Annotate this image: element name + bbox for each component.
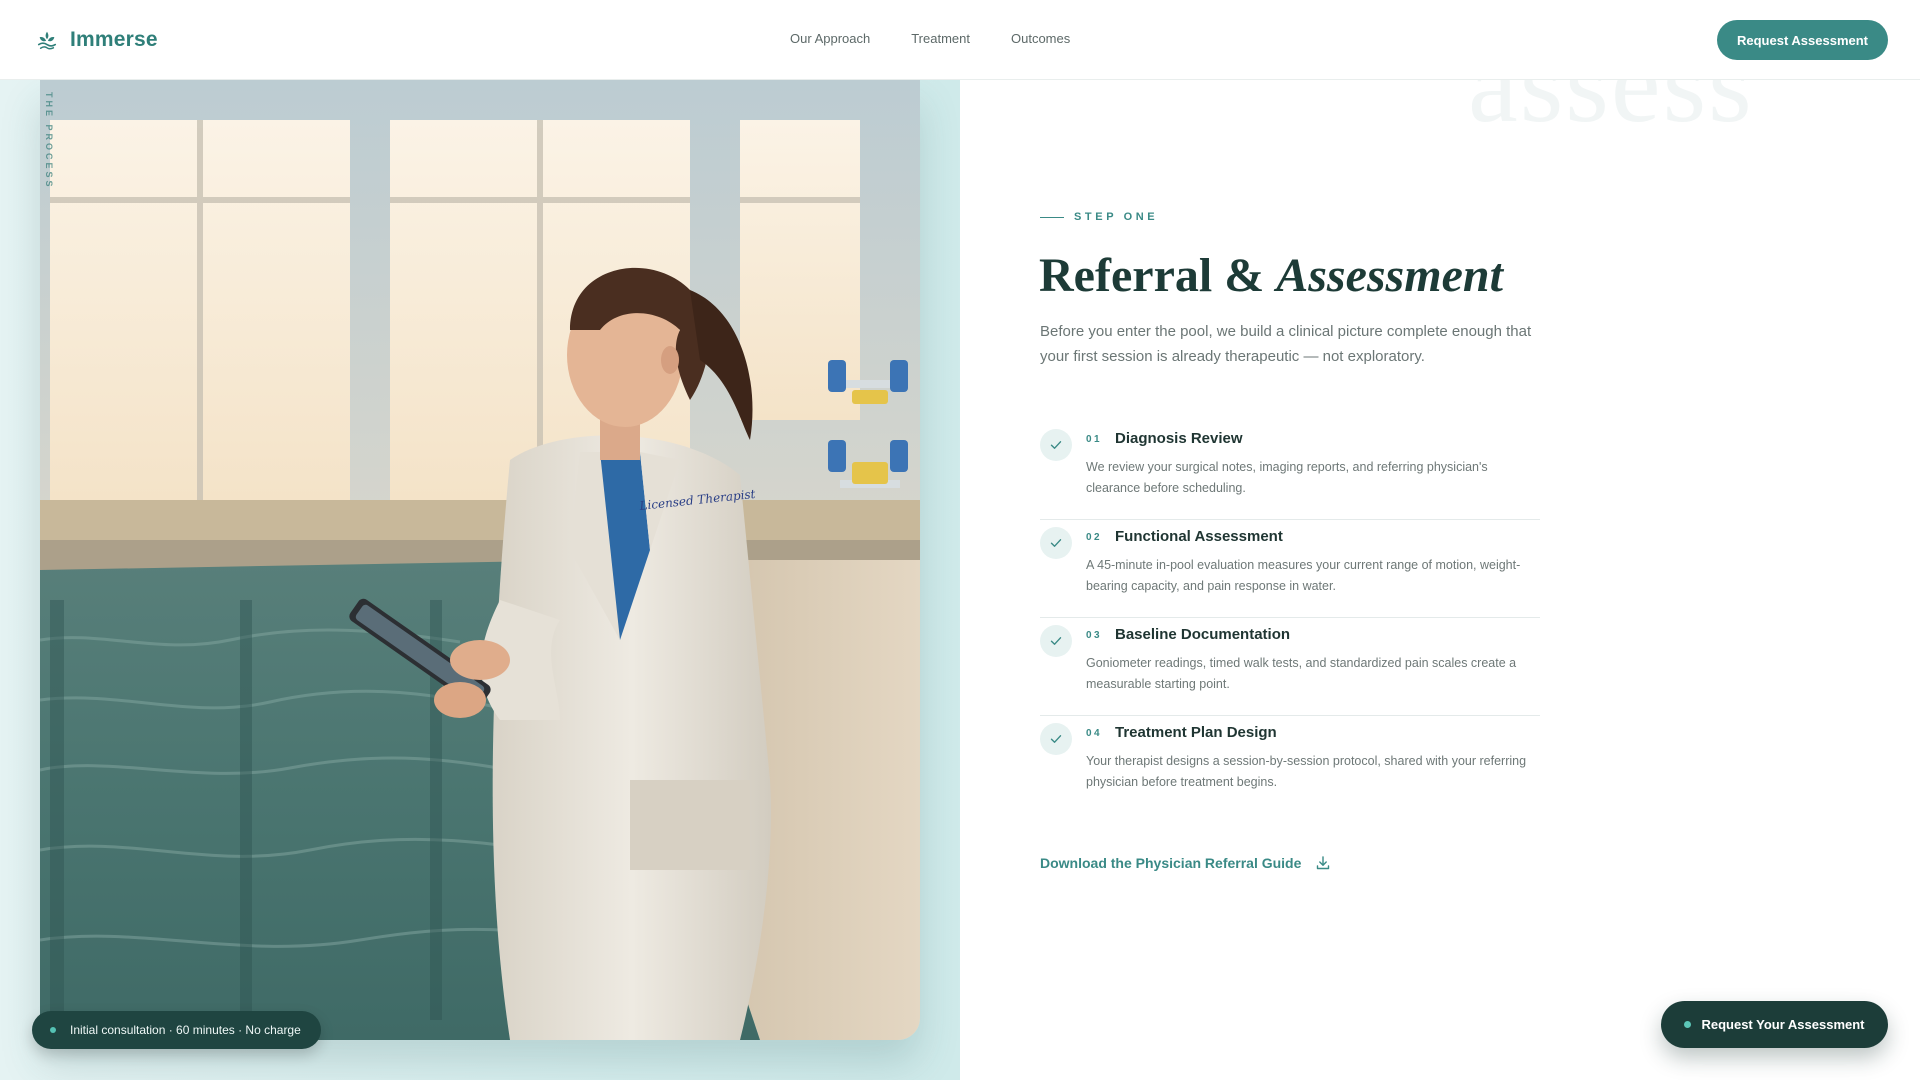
nav-item-outcomes[interactable]: Outcomes bbox=[1011, 31, 1070, 46]
step-title: Treatment Plan Design bbox=[1115, 724, 1277, 741]
title-plain: Referral & bbox=[1039, 249, 1277, 302]
section-title: Referral & Assessment bbox=[1039, 248, 1503, 303]
eyebrow-rule bbox=[1040, 216, 1064, 218]
step-item: 02 Functional Assessment A 45-minute in-… bbox=[1040, 520, 1540, 618]
step-number: 01 bbox=[1086, 434, 1102, 445]
step-number: 02 bbox=[1086, 532, 1102, 543]
brand-name: Immerse bbox=[70, 28, 158, 51]
check-icon bbox=[1040, 723, 1072, 755]
check-icon bbox=[1040, 429, 1072, 461]
eyebrow-text: STEP ONE bbox=[1074, 211, 1159, 223]
consultation-badge: Initial consultation · 60 minutes · No c… bbox=[32, 1011, 321, 1049]
step-description: We review your surgical notes, imaging r… bbox=[1086, 460, 1488, 495]
step-title: Functional Assessment bbox=[1115, 528, 1283, 545]
therapist-pool-photo: Licensed Therapist bbox=[40, 80, 920, 1040]
step-description: Your therapist designs a session-by-sess… bbox=[1086, 754, 1527, 789]
floating-cta-label: Request Your Assessment bbox=[1701, 1017, 1865, 1032]
step-item: 03 Baseline Documentation Goniometer rea… bbox=[1040, 618, 1540, 716]
check-icon bbox=[1040, 527, 1072, 559]
download-link-label: Download the Physician Referral Guide bbox=[1040, 855, 1302, 871]
vertical-section-label: The Process bbox=[44, 92, 54, 190]
request-assessment-button[interactable]: Request Assessment bbox=[1717, 20, 1888, 60]
step-item: 01 Diagnosis Review We review your surgi… bbox=[1040, 422, 1540, 520]
step-title: Diagnosis Review bbox=[1115, 430, 1243, 447]
step-description: A 45-minute in-pool evaluation measures … bbox=[1086, 558, 1521, 593]
title-italic: Assessment bbox=[1276, 249, 1503, 302]
step-number: 03 bbox=[1086, 630, 1102, 641]
consultation-badge-text: Initial consultation · 60 minutes · No c… bbox=[70, 1023, 301, 1037]
step-item: 04 Treatment Plan Design Your therapist … bbox=[1040, 716, 1540, 814]
step-title: Baseline Documentation bbox=[1115, 626, 1291, 643]
assessment-steps-list: 01 Diagnosis Review We review your surgi… bbox=[1040, 422, 1540, 814]
brand-logo[interactable]: Immerse bbox=[36, 26, 158, 54]
check-icon bbox=[1040, 625, 1072, 657]
status-dot-icon bbox=[1684, 1021, 1692, 1028]
nav-item-our-approach[interactable]: Our Approach bbox=[790, 31, 870, 46]
status-dot-icon bbox=[50, 1027, 56, 1033]
download-icon bbox=[1317, 856, 1330, 870]
nav-item-treatment[interactable]: Treatment bbox=[911, 31, 970, 46]
section-eyebrow: STEP ONE bbox=[1040, 211, 1158, 223]
site-header: Immerse Our Approach Treatment Outcomes … bbox=[0, 0, 1920, 80]
main-nav: Our Approach Treatment Outcomes bbox=[790, 31, 1070, 46]
step-description: Goniometer readings, timed walk tests, a… bbox=[1086, 656, 1517, 691]
lotus-wave-icon bbox=[37, 31, 57, 50]
request-your-assessment-button[interactable]: Request Your Assessment bbox=[1661, 1001, 1888, 1048]
download-referral-guide-link[interactable]: Download the Physician Referral Guide bbox=[1040, 855, 1331, 871]
step-number: 04 bbox=[1086, 728, 1102, 739]
section-intro: Before you enter the pool, we build a cl… bbox=[1040, 323, 1532, 365]
